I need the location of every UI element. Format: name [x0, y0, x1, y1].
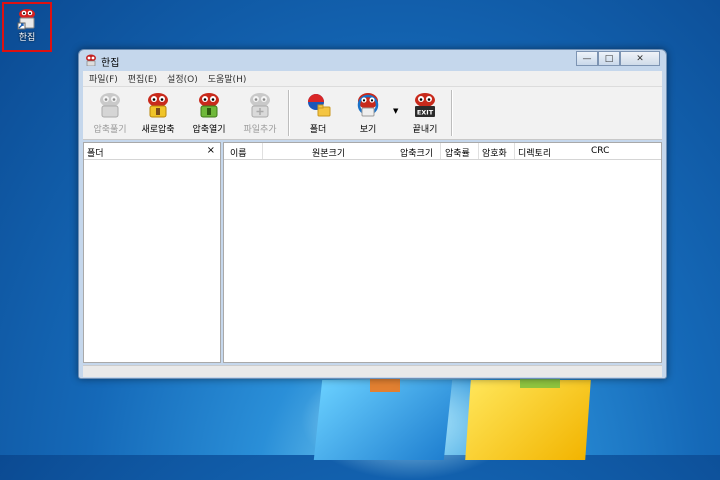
extract-icon — [96, 91, 124, 119]
folder-icon — [304, 91, 332, 119]
exit-button[interactable]: EXIT 끝내기 — [400, 91, 450, 135]
wallpaper-logo-pane — [313, 380, 453, 460]
window-title: 한집 — [101, 58, 120, 69]
hanzip-window: 한집 — □ ✕ 파일(F) 편집(E) 설정(O) 도움말(H) 압축풀기 새… — [78, 49, 667, 379]
menu-file[interactable]: 파일(F) — [89, 72, 118, 85]
folder-label: 폴더 — [309, 125, 327, 135]
column-ratio[interactable]: 압축률 — [445, 146, 470, 159]
column-divider[interactable] — [514, 143, 515, 159]
file-list-header: 이름 원본크기 압축크기 압축률 암호화 디렉토리 CRC — [224, 143, 661, 160]
menu-help[interactable]: 도움말(H) — [208, 72, 247, 85]
desktop-shortcut-label: 한집 — [18, 33, 36, 43]
desktop-shortcut-hanzip[interactable]: 한집 — [2, 2, 52, 52]
minimize-button[interactable]: — — [576, 51, 598, 66]
new-archive-label: 새로압축 — [141, 125, 175, 135]
exit-badge-text: EXIT — [417, 109, 434, 117]
folder-pane-title: 폴더 — [87, 149, 104, 159]
toolbar: 압축풀기 새로압축 압축열기 파일추가 폴더 보기 ▼ EXIT 끝내기 — [83, 86, 662, 140]
menu-settings[interactable]: 설정(O) — [167, 72, 198, 85]
hanzip-app-icon — [17, 8, 37, 30]
column-encryption[interactable]: 암호화 — [482, 146, 507, 159]
file-list-body[interactable] — [224, 160, 661, 363]
menu-bar: 파일(F) 편집(E) 설정(O) 도움말(H) — [83, 71, 662, 86]
exit-icon: EXIT — [411, 91, 439, 119]
column-divider[interactable] — [440, 143, 441, 159]
title-bar[interactable]: 한집 — □ ✕ — [79, 50, 666, 70]
add-file-label: 파일추가 — [243, 125, 277, 135]
column-directory[interactable]: 디렉토리 — [518, 146, 551, 159]
open-archive-button[interactable]: 압축열기 — [184, 91, 234, 135]
toolbar-separator — [288, 90, 290, 136]
view-dropdown-icon[interactable]: ▼ — [393, 107, 398, 115]
open-archive-icon — [195, 91, 223, 119]
open-archive-label: 압축열기 — [192, 125, 226, 135]
menu-edit[interactable]: 편집(E) — [128, 72, 157, 85]
extract-button[interactable]: 압축풀기 — [85, 91, 135, 135]
folder-tree[interactable] — [84, 160, 220, 363]
column-original-size[interactable]: 원본크기 — [312, 146, 345, 159]
status-bar — [83, 365, 662, 377]
column-name[interactable]: 이름 — [230, 146, 247, 159]
add-file-icon — [246, 91, 274, 119]
close-button[interactable]: ✕ — [620, 51, 660, 66]
column-crc[interactable]: CRC — [591, 146, 609, 156]
extract-label: 압축풀기 — [93, 125, 127, 135]
new-archive-icon — [144, 91, 172, 119]
folder-pane-header: 폴더 × — [84, 143, 220, 160]
view-label: 보기 — [359, 125, 377, 135]
wallpaper-logo-pane — [465, 380, 591, 460]
column-divider[interactable] — [262, 143, 263, 159]
folder-button[interactable]: 폴더 — [293, 91, 343, 135]
exit-label: 끝내기 — [412, 125, 438, 135]
view-button[interactable]: 보기 — [343, 91, 393, 135]
file-list-pane: 이름 원본크기 압축크기 압축률 암호화 디렉토리 CRC — [223, 142, 662, 363]
app-title-icon — [85, 54, 97, 67]
maximize-button[interactable]: □ — [598, 51, 620, 66]
column-divider[interactable] — [478, 143, 479, 159]
folder-pane: 폴더 × — [83, 142, 221, 363]
add-file-button[interactable]: 파일추가 — [235, 91, 285, 135]
toolbar-separator — [451, 90, 453, 136]
new-archive-button[interactable]: 새로압축 — [133, 91, 183, 135]
folder-pane-close-icon[interactable]: × — [207, 145, 215, 156]
column-compressed-size[interactable]: 압축크기 — [400, 146, 433, 159]
view-icon — [354, 91, 382, 119]
